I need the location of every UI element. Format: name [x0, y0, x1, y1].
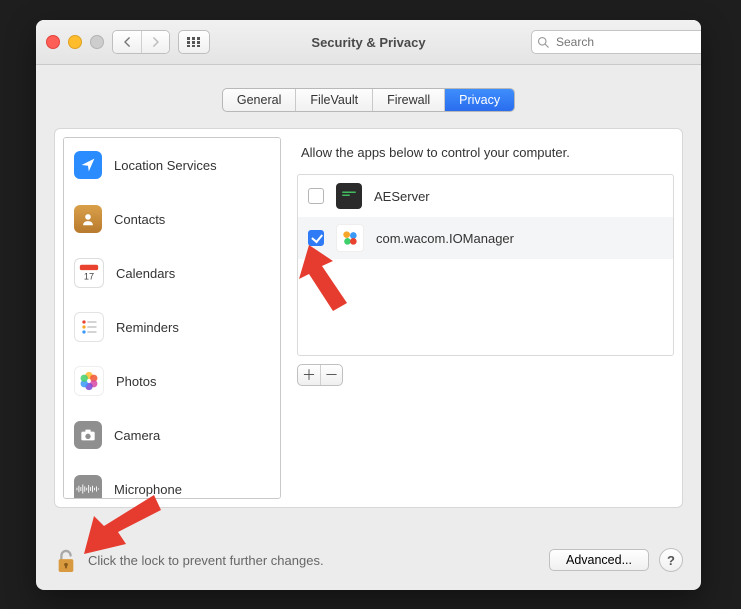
lock-button[interactable]	[54, 546, 78, 574]
sidebar-item-calendars[interactable]: 17 Calendars	[64, 246, 280, 300]
tab-general[interactable]: General	[223, 89, 295, 111]
preferences-window: Security & Privacy General FileVault Fir…	[36, 20, 701, 590]
remove-app-button[interactable]: －	[320, 365, 342, 385]
close-window-button[interactable]	[46, 35, 60, 49]
window-controls	[46, 35, 104, 49]
advanced-button[interactable]: Advanced...	[549, 549, 649, 571]
detail-pane: Allow the apps below to control your com…	[297, 137, 674, 499]
help-button[interactable]: ?	[659, 548, 683, 572]
sidebar-item-camera[interactable]: Camera	[64, 408, 280, 462]
privacy-panel: Location Services Contacts 17 Calendars	[54, 128, 683, 508]
sidebar-item-microphone[interactable]: Microphone	[64, 462, 280, 499]
sidebar-item-location-services[interactable]: Location Services	[64, 138, 280, 192]
sidebar-item-label: Calendars	[116, 266, 175, 281]
sidebar-item-label: Microphone	[114, 482, 182, 497]
add-app-button[interactable]: ＋	[298, 365, 320, 385]
back-button[interactable]	[113, 31, 141, 53]
content-area: General FileVault Firewall Privacy Locat…	[36, 64, 701, 590]
contacts-icon	[74, 205, 102, 233]
show-all-button[interactable]	[178, 30, 210, 54]
detail-heading: Allow the apps below to control your com…	[301, 145, 670, 160]
minimize-window-button[interactable]	[68, 35, 82, 49]
forward-button[interactable]	[141, 31, 169, 53]
tab-privacy[interactable]: Privacy	[444, 89, 514, 111]
sidebar-item-label: Photos	[116, 374, 156, 389]
tab-filevault[interactable]: FileVault	[295, 89, 372, 111]
search-icon	[537, 36, 549, 48]
nav-back-forward	[112, 30, 170, 54]
svg-text:17: 17	[84, 271, 94, 281]
camera-icon	[74, 421, 102, 449]
photos-icon	[74, 366, 104, 396]
app-row-aeserver[interactable]: AEServer	[298, 175, 673, 217]
add-remove-buttons: ＋ －	[297, 364, 343, 386]
app-checkbox[interactable]	[308, 230, 324, 246]
apps-list[interactable]: AEServer com.wacom.IOManager	[297, 174, 674, 356]
app-icon	[336, 183, 362, 209]
calendars-icon: 17	[74, 258, 104, 288]
footer: Click the lock to prevent further change…	[54, 546, 683, 574]
app-name-label: AEServer	[374, 189, 430, 204]
tab-bar: General FileVault Firewall Privacy	[54, 88, 683, 112]
search-field-container	[531, 30, 691, 54]
sidebar-item-photos[interactable]: Photos	[64, 354, 280, 408]
sidebar-item-label: Location Services	[114, 158, 217, 173]
privacy-sidebar[interactable]: Location Services Contacts 17 Calendars	[63, 137, 281, 499]
tab-firewall[interactable]: Firewall	[372, 89, 444, 111]
app-row-wacom[interactable]: com.wacom.IOManager	[298, 217, 673, 259]
search-input[interactable]	[531, 30, 701, 54]
sidebar-item-label: Camera	[114, 428, 160, 443]
app-checkbox[interactable]	[308, 188, 324, 204]
sidebar-item-label: Reminders	[116, 320, 179, 335]
reminders-icon	[74, 312, 104, 342]
sidebar-item-reminders[interactable]: Reminders	[64, 300, 280, 354]
microphone-icon	[74, 475, 102, 499]
app-icon	[336, 224, 364, 252]
sidebar-item-contacts[interactable]: Contacts	[64, 192, 280, 246]
titlebar: Security & Privacy	[36, 20, 701, 65]
zoom-window-button[interactable]	[90, 35, 104, 49]
app-name-label: com.wacom.IOManager	[376, 231, 514, 246]
lock-caption: Click the lock to prevent further change…	[88, 553, 539, 568]
location-services-icon	[74, 151, 102, 179]
sidebar-item-label: Contacts	[114, 212, 165, 227]
